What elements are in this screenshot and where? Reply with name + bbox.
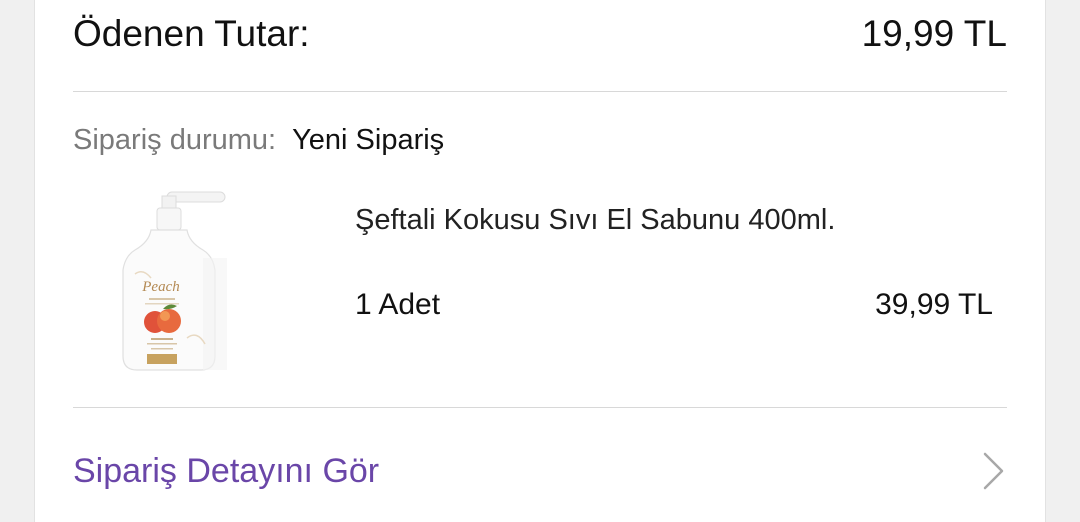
order-detail-link[interactable]: Sipariş Detayını Gör: [73, 440, 1007, 502]
order-status-label: Sipariş durumu:: [73, 124, 277, 156]
order-status: Sipariş durumu: Yeni Sipariş: [73, 124, 444, 157]
order-status-value: Yeni Sipariş: [292, 124, 445, 156]
paid-amount-label: Ödenen Tutar:: [73, 13, 310, 54]
product-image-brand: Peach: [141, 279, 179, 295]
product-image[interactable]: Peach: [107, 188, 227, 374]
chevron-right-icon: [983, 452, 1004, 490]
divider-bottom: [73, 407, 1007, 408]
paid-amount-value: 19,99 TL: [861, 13, 1007, 54]
order-detail-link-label: Sipariş Detayını Gör: [73, 451, 380, 490]
product-name[interactable]: Şeftali Kokusu Sıvı El Sabunu 400ml.: [355, 204, 835, 237]
product-quantity: 1 Adet: [355, 288, 441, 321]
paid-amount-row: Ödenen Tutar: 19,99 TL: [73, 6, 1007, 62]
divider-top: [73, 91, 1007, 92]
order-card: Ödenen Tutar: 19,99 TL Sipariş durumu: Y…: [34, 0, 1046, 522]
product-price: 39,99 TL: [875, 288, 993, 321]
